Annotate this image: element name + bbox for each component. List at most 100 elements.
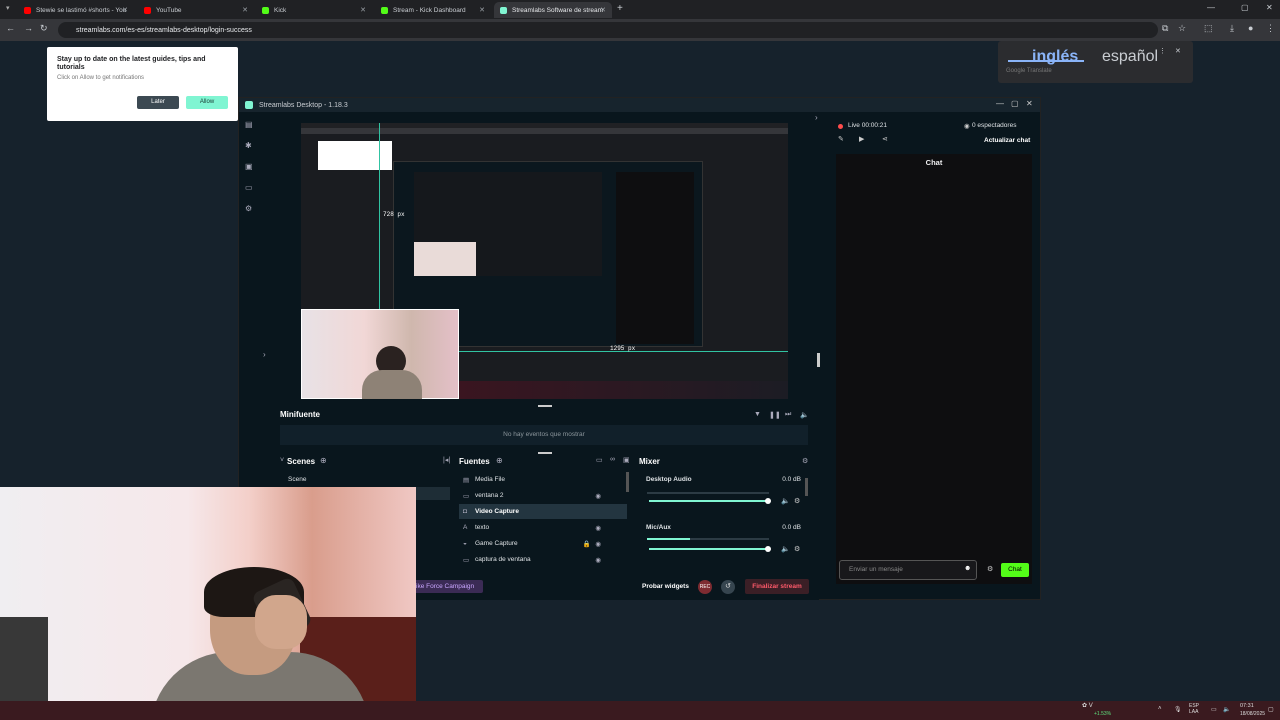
volume-slider[interactable] xyxy=(649,500,769,502)
mixer-scrollbar[interactable] xyxy=(805,478,808,496)
link-icon[interactable]: ∞ xyxy=(610,456,615,463)
tab-3[interactable]: Stream - Kick Dashboard ✕ xyxy=(375,2,491,18)
source-row[interactable]: ▭ ventana 2 ◉ xyxy=(459,488,627,503)
source-row[interactable]: A texto ◉ xyxy=(459,520,627,535)
tray-chevron-icon[interactable]: ˄ xyxy=(1158,706,1162,712)
profile-avatar[interactable]: ● xyxy=(1248,23,1253,33)
tab-4[interactable]: Streamlabs Software de stream ✕ xyxy=(494,2,612,18)
panel-drag-handle[interactable] xyxy=(538,405,552,407)
minimize-icon[interactable]: — xyxy=(1207,3,1215,12)
chat-collapse-icon[interactable]: › xyxy=(815,113,818,122)
pause-icon[interactable]: ❚❚ xyxy=(769,411,781,419)
share-icon[interactable]: ⋖ xyxy=(882,135,888,143)
input-language[interactable]: ESP LAA xyxy=(1189,703,1203,715)
skip-icon[interactable]: ⏭ xyxy=(785,411,791,419)
close-icon[interactable]: ✕ xyxy=(600,6,606,14)
speaker-icon[interactable]: 🔈 xyxy=(781,497,790,505)
url-field[interactable]: streamlabs.com/es-es/streamlabs-desktop/… xyxy=(58,22,1158,38)
close-window-icon[interactable]: ✕ xyxy=(1266,3,1273,12)
collapse-panel-icon[interactable]: |◂| xyxy=(443,456,450,464)
close-icon[interactable]: ✕ xyxy=(1175,47,1181,55)
volume-icon[interactable]: 🔈 xyxy=(800,411,809,419)
download-icon[interactable]: ⤓ xyxy=(1230,23,1234,34)
clip-icon[interactable]: ▶ xyxy=(859,135,864,143)
gear-icon[interactable]: ⚙ xyxy=(794,545,800,553)
edit-icon[interactable]: ✎ xyxy=(838,135,844,143)
maximize-icon[interactable]: ▢ xyxy=(1241,3,1249,12)
forward-icon[interactable]: → xyxy=(24,23,33,33)
source-row[interactable]: ▤ Media File xyxy=(459,472,627,487)
reload-icon[interactable]: ↻ xyxy=(40,23,48,34)
tab-search-icon[interactable]: ▾ xyxy=(6,4,10,12)
panel-drag-handle-2[interactable] xyxy=(538,452,552,454)
bookmark-star-icon[interactable]: ☆ xyxy=(1178,23,1186,34)
record-button[interactable]: REC xyxy=(698,580,712,594)
close-icon[interactable]: ✕ xyxy=(1026,99,1033,108)
group-icon[interactable]: ▭ xyxy=(596,456,603,464)
slider-knob[interactable] xyxy=(765,498,771,504)
test-widgets-button[interactable]: Probar widgets xyxy=(642,583,689,590)
tools-icon[interactable]: ✱ xyxy=(245,141,252,150)
gear-icon[interactable]: ⚙ xyxy=(794,497,800,505)
volume-icon[interactable]: 🔈 xyxy=(1223,706,1230,713)
visibility-icon[interactable]: ◉ xyxy=(595,540,601,548)
close-icon[interactable]: ✕ xyxy=(479,6,485,14)
add-scene-icon[interactable]: ⊕ xyxy=(320,456,327,465)
refresh-chat-button[interactable]: Actualizar chat xyxy=(984,137,1030,144)
source-row-selected[interactable]: ◘ Video Capture xyxy=(459,504,627,519)
volume-slider[interactable] xyxy=(649,548,769,550)
emoji-icon[interactable]: ☻ xyxy=(964,565,971,572)
notifications-icon[interactable]: ▢ xyxy=(1268,706,1274,713)
extensions-icon[interactable]: ⬚ xyxy=(1204,23,1213,34)
close-icon[interactable]: ✕ xyxy=(360,6,366,14)
visibility-icon[interactable]: ◉ xyxy=(595,556,601,564)
lock-icon[interactable]: 🔒 xyxy=(583,540,591,548)
filter-icon[interactable]: ▼ xyxy=(754,411,761,418)
sources-scrollbar[interactable] xyxy=(626,472,629,492)
language-english-tab[interactable]: inglés xyxy=(1032,48,1078,66)
store-icon[interactable]: ▣ xyxy=(245,162,253,171)
language-spanish-tab[interactable]: español xyxy=(1102,48,1158,66)
microphone-icon[interactable]: 🎙 xyxy=(1174,706,1182,713)
menu-icon[interactable]: ⋮ xyxy=(1266,23,1275,34)
visibility-icon[interactable]: ◉ xyxy=(595,524,601,532)
collapse-arrow-icon[interactable]: › xyxy=(263,350,266,359)
mixer-settings-icon[interactable]: ⚙ xyxy=(802,457,808,465)
close-icon[interactable]: ✕ xyxy=(242,6,248,14)
webcam-source[interactable] xyxy=(301,309,459,399)
source-row[interactable]: ◒ Game Capture 🔒 ◉ xyxy=(459,536,627,551)
clock-time[interactable]: 07:31 xyxy=(1240,703,1254,709)
close-icon[interactable]: ✕ xyxy=(122,6,128,14)
maximize-icon[interactable]: ▢ xyxy=(1011,99,1019,108)
allow-button[interactable]: Allow xyxy=(186,96,228,109)
later-button[interactable]: Later xyxy=(137,96,179,109)
scene-item[interactable]: Scene xyxy=(288,476,306,483)
new-tab-button[interactable]: + xyxy=(617,3,623,14)
resize-handle[interactable] xyxy=(817,353,820,367)
speaker-icon[interactable]: 🔈 xyxy=(781,545,790,553)
chat-message-input[interactable]: Enviar un mensaje xyxy=(839,560,977,580)
tab-1[interactable]: YouTube ✕ xyxy=(138,2,254,18)
add-source-icon[interactable]: ⊕ xyxy=(496,456,503,465)
replay-buffer-icon[interactable]: ↺ xyxy=(721,580,735,594)
chat-settings-icon[interactable]: ⚙ xyxy=(987,565,993,573)
tab-0[interactable]: Stewie se lastimó #shorts - You ✕ xyxy=(18,2,134,18)
network-icon[interactable]: ▭ xyxy=(1211,706,1217,713)
visibility-icon[interactable]: ◉ xyxy=(595,492,601,500)
settings-icon[interactable]: ⚙ xyxy=(245,204,252,213)
tab-2[interactable]: Kick ✕ xyxy=(256,2,372,18)
translate-icon[interactable]: ⧉ xyxy=(1162,23,1168,34)
end-stream-button[interactable]: Finalizar stream xyxy=(745,579,809,594)
minimize-icon[interactable]: — xyxy=(996,99,1004,108)
chat-send-button[interactable]: Chat xyxy=(1001,563,1029,577)
dashboard-icon[interactable]: ▤ xyxy=(245,120,253,129)
source-row[interactable]: ▭ captura de ventana ◉ xyxy=(459,552,627,567)
stock-widget-icon[interactable]: ✿ V xyxy=(1082,702,1093,709)
stream-preview[interactable]: 728 px 1295 px xyxy=(301,123,788,399)
chevron-down-icon[interactable]: ˅ xyxy=(280,457,284,464)
more-options-icon[interactable]: ⋮ xyxy=(1159,47,1166,55)
themes-icon[interactable]: ▭ xyxy=(245,183,253,192)
back-icon[interactable]: ← xyxy=(6,23,15,33)
folder-icon[interactable]: ▣ xyxy=(623,456,630,464)
slider-knob[interactable] xyxy=(765,546,771,552)
